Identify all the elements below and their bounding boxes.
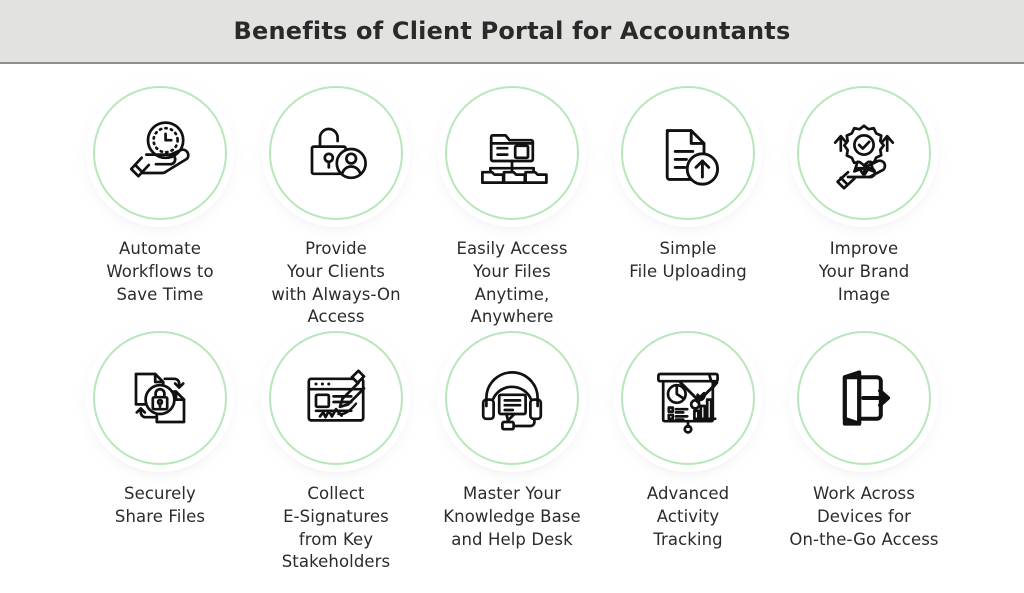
benefit-label: Provide Your Clients with Always-On Acce…	[271, 239, 401, 327]
page-title: Benefits of Client Portal for Accountant…	[233, 17, 791, 45]
door-exit-arrow-icon	[842, 370, 890, 426]
icon-circle	[269, 331, 403, 465]
icon-circle	[445, 331, 579, 465]
icon-circle	[445, 86, 579, 220]
benefit-item-work-across-devices[interactable]: Work Across Devices for On-the-Go Access	[776, 331, 952, 551]
benefit-label: Collect E-Signatures from Key Stakeholde…	[281, 484, 391, 572]
benefit-label: Work Across Devices for On-the-Go Access	[789, 484, 939, 549]
icon-circle	[621, 331, 755, 465]
browser-signature-pen-icon	[307, 369, 366, 422]
benefit-item-always-on-access[interactable]: Provide Your Clients with Always-On Acce…	[248, 86, 424, 329]
benefit-item-knowledge-base-help-desk[interactable]: Master Your Knowledge Base and Help Desk	[424, 331, 600, 551]
benefit-item-collect-e-signatures[interactable]: Collect E-Signatures from Key Stakeholde…	[248, 331, 424, 574]
headset-chat-support-icon	[481, 371, 543, 431]
benefits-row-1: Automate Workflows to Save Time Provide	[10, 86, 1014, 331]
hand-holding-clock-icon	[129, 121, 190, 178]
documents-sync-lock-icon	[134, 372, 186, 424]
benefits-grid: Automate Workflows to Save Time Provide	[0, 64, 1024, 593]
icon-circle	[797, 331, 931, 465]
folder-hierarchy-icon	[481, 134, 548, 184]
benefit-label: Automate Workflows to Save Time	[106, 239, 214, 304]
icon-circle	[269, 86, 403, 220]
infographic-page: Benefits of Client Portal for Accountant…	[0, 0, 1024, 593]
document-upload-icon	[665, 129, 720, 186]
benefit-label: Advanced Activity Tracking	[646, 484, 730, 549]
benefit-label: Improve Your Brand Image	[818, 239, 910, 304]
benefit-label: Master Your Knowledge Base and Help Desk	[443, 484, 581, 549]
benefit-item-advanced-activity-tracking[interactable]: Advanced Activity Tracking	[600, 331, 776, 551]
icon-circle	[621, 86, 755, 220]
benefit-item-automate-workflows[interactable]: Automate Workflows to Save Time	[72, 86, 248, 306]
benefit-label: Easily Access Your Files Anytime, Anywhe…	[456, 239, 568, 327]
header-bar: Benefits of Client Portal for Accountant…	[0, 0, 1024, 64]
presentation-charts-tools-icon	[657, 372, 719, 434]
icon-circle	[797, 86, 931, 220]
benefit-item-securely-share-files[interactable]: Securely Share Files	[72, 331, 248, 529]
icon-circle	[93, 331, 227, 465]
benefit-item-improve-brand-image[interactable]: Improve Your Brand Image	[776, 86, 952, 306]
icon-circle	[93, 86, 227, 220]
benefit-label: Simple File Uploading	[629, 239, 747, 281]
benefit-item-simple-file-uploading[interactable]: Simple File Uploading	[600, 86, 776, 284]
unlocked-padlock-user-icon	[310, 127, 367, 180]
hand-holding-award-badge-icon	[833, 124, 895, 190]
benefit-label: Securely Share Files	[114, 484, 206, 526]
benefit-item-easily-access-files[interactable]: Easily Access Your Files Anytime, Anywhe…	[424, 86, 600, 329]
benefits-row-2: Securely Share Files Collect E-Signature…	[10, 331, 1014, 576]
